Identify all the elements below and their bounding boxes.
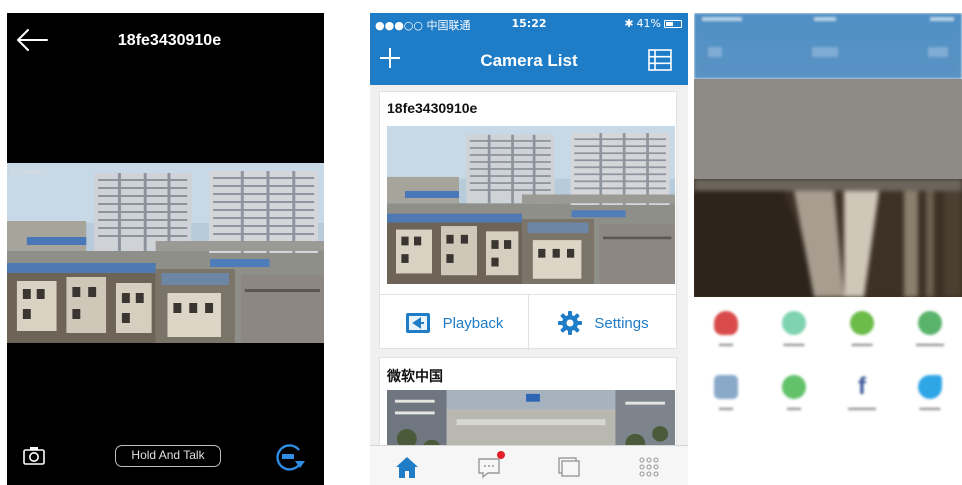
unread-badge	[497, 451, 505, 459]
camera-title: 18fe3430910e	[117, 32, 222, 49]
camera-card: 18fe3430910e Playback Settings	[379, 91, 678, 351]
gallery-icon[interactable]	[556, 454, 582, 480]
camera-icon[interactable]	[23, 446, 45, 465]
status-bar: ●●●○○ 中国联通 15:22 ✱ 41%	[370, 13, 688, 35]
share-tencent-weibo[interactable]: ▬▬▬	[764, 311, 824, 367]
share-screen: ▬▬ ▬▬▬ ▬▬▬ ▬▬▬▬ ▬▬ ▬▬ f ▬▬▬▬ ▬▬▬	[694, 13, 962, 485]
share-wechat[interactable]: ▬▬▬	[832, 311, 892, 367]
hold-and-talk-button[interactable]: Hold And Talk	[115, 445, 221, 467]
page-title: Camera List	[480, 51, 578, 70]
moments-icon	[918, 311, 942, 335]
share-email[interactable]: ▬▬	[696, 375, 756, 431]
battery-icon	[664, 19, 682, 28]
battery-percent: 41%	[636, 17, 661, 30]
sina-weibo-icon	[714, 311, 738, 335]
tab-bar	[370, 445, 688, 485]
list-view-icon[interactable]	[648, 49, 672, 71]
blurred-camera-view[interactable]	[694, 179, 962, 297]
live-video[interactable]	[7, 163, 324, 343]
live-view-screen: 18fe3430910e 51.75KB/S Hold And Talk	[7, 13, 324, 485]
tencent-weibo-icon	[782, 311, 806, 335]
bluetooth-icon: ✱	[624, 17, 634, 30]
blurred-camera-image	[694, 179, 962, 297]
share-sina-weibo[interactable]: ▬▬	[696, 311, 756, 367]
share-moments[interactable]: ▬▬▬▬	[900, 311, 960, 367]
messages-tab[interactable]	[476, 451, 505, 480]
blurred-nav-bar	[694, 13, 962, 79]
camera-name: 18fe3430910e	[387, 100, 478, 116]
share-facebook[interactable]: f ▬▬▬▬	[832, 375, 892, 431]
camera-name: 微软中国	[387, 368, 443, 384]
playback-label: Playback	[442, 314, 504, 332]
settings-button[interactable]: Settings	[529, 295, 678, 351]
battery-status: ✱ 41%	[624, 17, 682, 30]
message-icon	[782, 375, 806, 399]
settings-label: Settings	[594, 314, 649, 332]
gear-icon	[558, 311, 583, 335]
camera-thumbnail[interactable]	[387, 126, 675, 284]
share-message[interactable]: ▬▬	[764, 375, 824, 431]
camera-list-screen: ●●●○○ 中国联通 15:22 ✱ 41% Camera List 18fe3…	[370, 13, 688, 485]
screenshot-canvas: 18fe3430910e 51.75KB/S Hold And Talk ●●●…	[0, 0, 962, 485]
wechat-icon	[850, 311, 874, 335]
playback-button[interactable]: Playback	[380, 295, 529, 351]
home-icon[interactable]	[394, 454, 420, 480]
camera-actions: Playback Settings	[380, 294, 678, 351]
camera-thumbnail-image	[387, 126, 675, 284]
email-icon	[714, 375, 738, 399]
more-icon[interactable]	[636, 454, 662, 480]
bitrate-label: 51.75KB/S	[11, 169, 48, 177]
twitter-icon	[918, 375, 942, 399]
share-twitter[interactable]: ▬▬▬	[900, 375, 960, 431]
live-video-frame	[7, 163, 324, 343]
nav-bar: Camera List	[370, 35, 688, 85]
share-options: ▬▬ ▬▬▬ ▬▬▬ ▬▬▬▬ ▬▬ ▬▬ f ▬▬▬▬ ▬▬▬	[694, 311, 962, 431]
playback-icon	[405, 313, 430, 333]
facebook-icon: f	[858, 373, 866, 400]
high-definition-icon[interactable]	[273, 441, 307, 473]
blurred-header-area	[694, 79, 962, 179]
